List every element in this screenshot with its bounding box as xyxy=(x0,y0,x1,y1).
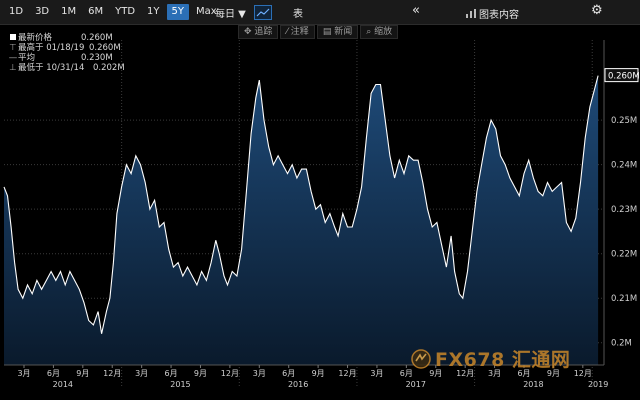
last-price-swatch xyxy=(8,33,18,43)
legend-value: 0.260M xyxy=(89,43,121,53)
x-tick-label: 3月 xyxy=(17,369,30,378)
zoom-icon: ⌕ xyxy=(366,27,375,37)
gear-icon[interactable]: ⚙ xyxy=(591,3,603,18)
x-tick-label: 6月 xyxy=(165,369,178,378)
legend-label: 最新价格 xyxy=(18,33,53,43)
x-year-label: 2017 xyxy=(406,380,426,389)
x-year-label: 2015 xyxy=(170,380,190,389)
zoom-label: 缩放 xyxy=(374,27,393,37)
legend-value: 0.260M xyxy=(81,33,113,43)
x-tick-label: 6月 xyxy=(47,369,60,378)
range-selector: 1D 3D 1M 6M YTD 1Y 5Y Max xyxy=(4,4,222,20)
x-tick-label: 6月 xyxy=(282,369,295,378)
watermark-text: FX678 汇通网 xyxy=(435,349,571,371)
average-line-icon: — xyxy=(8,53,18,63)
legend-row: ⊤ 最高于 01/18/19 0.260M xyxy=(8,43,125,53)
range-button-1d[interactable]: 1D xyxy=(4,4,28,20)
range-button-5y[interactable]: 5Y xyxy=(166,4,190,20)
legend-value: 0.202M xyxy=(93,63,125,73)
x-tick-label: 12月 xyxy=(574,369,592,378)
chart-legend: 最新价格 0.260M ⊤ 最高于 01/18/19 0.260M — 平均 0.230M ⊥ 最… xyxy=(8,33,125,73)
legend-label: 平均 xyxy=(18,53,36,63)
chart-content-label: 图表内容 xyxy=(479,10,519,21)
table-button[interactable]: 表 xyxy=(293,5,303,20)
range-button-1y[interactable]: 1Y xyxy=(142,4,164,20)
range-button-1m[interactable]: 1M xyxy=(56,4,81,20)
x-tick-label: 12月 xyxy=(338,369,356,378)
track-button[interactable]: ✥ 追踪 xyxy=(238,25,279,39)
legend-label: 最低于 10/31/14 xyxy=(18,63,85,73)
track-icon: ✥ xyxy=(244,27,255,37)
x-tick-label: 9月 xyxy=(76,369,89,378)
x-year-label: 2016 xyxy=(288,380,308,389)
annotate-button[interactable]: ⁄ 注释 xyxy=(280,25,315,39)
x-year-label: 2019 xyxy=(588,380,608,389)
chart-tools: ✥ 追踪 ⁄ 注释 ▤ 新闻 ⌕ 缩放 xyxy=(238,25,399,39)
frequency-dropdown[interactable]: 每日 ▼ xyxy=(215,5,246,20)
range-button-6m[interactable]: 6M xyxy=(83,4,108,20)
y-tick-label: 0.2M xyxy=(611,339,632,349)
x-tick-label: 3月 xyxy=(253,369,266,378)
fx678-logo-icon xyxy=(411,348,431,369)
x-year-label: 2014 xyxy=(53,380,73,389)
news-label: 新闻 xyxy=(334,27,353,37)
zoom-button[interactable]: ⌕ 缩放 xyxy=(360,25,399,39)
news-button[interactable]: ▤ 新闻 xyxy=(316,25,359,39)
high-marker-icon: ⊤ xyxy=(9,43,17,53)
legend-row: 最新价格 0.260M xyxy=(8,33,125,43)
chart-window: 0.2M 0.21M 0.22M 0.23M 0.24M 0.25M 0.260M 3月 6月 9… xyxy=(0,0,640,400)
chart-content-icon xyxy=(466,9,476,18)
low-marker-icon: ⊥ xyxy=(9,63,17,73)
x-tick-label: 9月 xyxy=(312,369,325,378)
watermark: FX678 汇通网 xyxy=(411,345,570,372)
track-label: 追踪 xyxy=(254,27,273,37)
legend-label: 最高于 01/18/19 xyxy=(18,43,85,53)
x-tick-label: 3月 xyxy=(135,369,148,378)
legend-row: — 平均 0.230M xyxy=(8,53,125,63)
x-tick-label: 12月 xyxy=(103,369,121,378)
last-value-label: 0.260M xyxy=(608,72,640,82)
y-tick-label: 0.22M xyxy=(611,250,637,260)
news-icon: ▤ xyxy=(322,27,335,37)
x-tick-label: 9月 xyxy=(194,369,207,378)
y-tick-label: 0.21M xyxy=(611,294,637,304)
chart-content-button[interactable]: 图表内容 xyxy=(466,6,519,21)
legend-row: ⊥ 最低于 10/31/14 0.202M xyxy=(8,63,125,73)
range-button-3d[interactable]: 3D xyxy=(30,4,54,20)
legend-value: 0.230M xyxy=(81,53,113,63)
x-tick-label: 3月 xyxy=(370,369,383,378)
annotate-label: 注释 xyxy=(290,27,309,37)
y-tick-label: 0.24M xyxy=(611,161,637,171)
chart-toolbar: 1D 3D 1M 6M YTD 1Y 5Y Max 每日 ▼ 表 « 图表内容 ⚙ xyxy=(0,0,640,25)
range-button-ytd[interactable]: YTD xyxy=(110,4,140,20)
line-chart-icon[interactable] xyxy=(254,5,272,20)
y-tick-label: 0.25M xyxy=(611,116,637,126)
collapse-icon[interactable]: « xyxy=(412,3,420,18)
x-year-label: 2018 xyxy=(523,380,543,389)
y-tick-label: 0.23M xyxy=(611,205,637,215)
x-tick-label: 12月 xyxy=(221,369,239,378)
